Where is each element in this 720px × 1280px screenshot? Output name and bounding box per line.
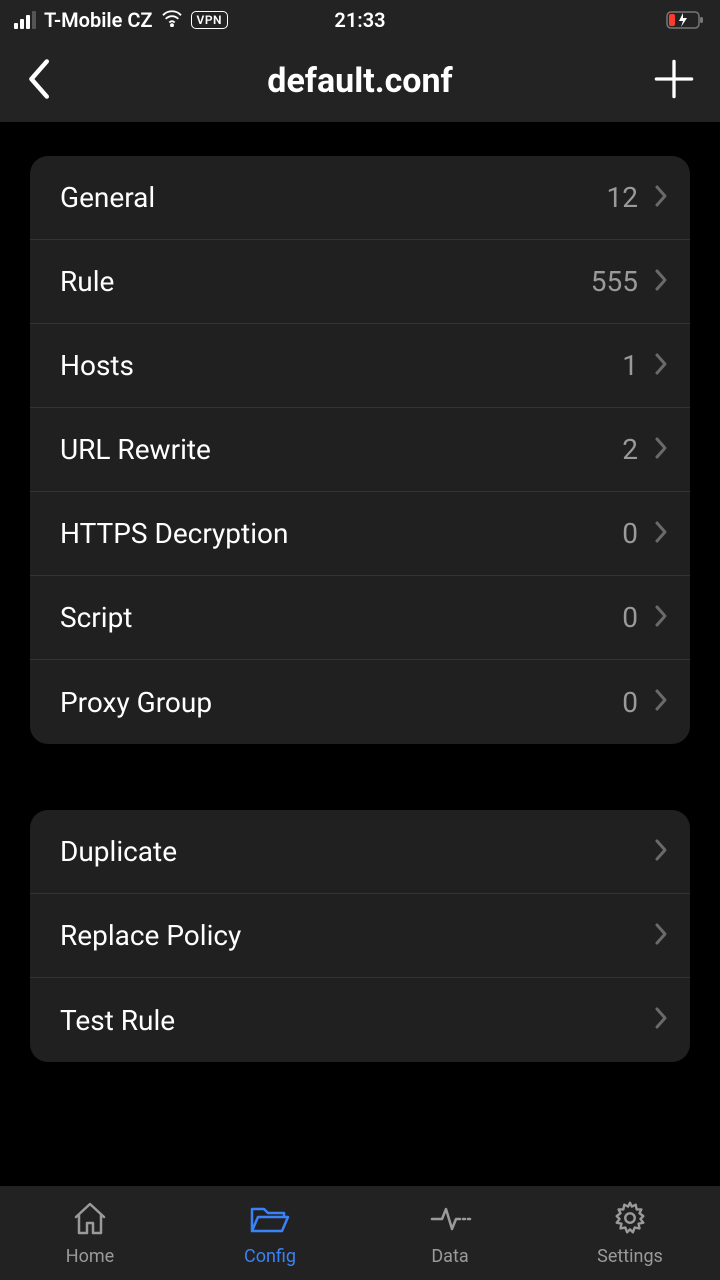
row-general[interactable]: General 12 (30, 156, 690, 240)
wifi-icon (161, 8, 183, 32)
row-value: 12 (607, 181, 638, 214)
row-value: 1 (622, 349, 638, 382)
row-label: General (60, 181, 155, 214)
carrier-label: T-Mobile CZ (44, 8, 153, 32)
row-label: Proxy Group (60, 686, 212, 719)
actions-section: Duplicate Replace Policy Test Rule (30, 810, 690, 1062)
chevron-right-icon (654, 922, 668, 950)
status-time: 21:33 (334, 8, 385, 32)
row-proxy-group[interactable]: Proxy Group 0 (30, 660, 690, 744)
row-hosts[interactable]: Hosts 1 (30, 324, 690, 408)
row-label: Duplicate (60, 835, 177, 868)
tabbar: Home Config Data Settings (0, 1186, 720, 1280)
chevron-right-icon (654, 838, 668, 866)
row-label: Script (60, 601, 132, 634)
chevron-right-icon (654, 352, 668, 380)
status-bar: T-Mobile CZ VPN 21:33 (0, 0, 720, 40)
tab-data[interactable]: Data (360, 1199, 540, 1267)
add-button[interactable] (652, 57, 696, 105)
row-value: 0 (622, 517, 638, 550)
row-replace-policy[interactable]: Replace Policy (30, 894, 690, 978)
nav-header: default.conf (0, 40, 720, 122)
content-area: General 12 Rule 555 Hosts 1 (0, 122, 720, 1062)
chevron-right-icon (654, 520, 668, 548)
tab-label: Config (244, 1246, 296, 1267)
status-left: T-Mobile CZ VPN (14, 8, 228, 32)
tab-label: Home (66, 1246, 114, 1267)
chevron-right-icon (654, 436, 668, 464)
row-value: 0 (622, 601, 638, 634)
row-url-rewrite[interactable]: URL Rewrite 2 (30, 408, 690, 492)
activity-icon (428, 1199, 472, 1242)
tab-label: Settings (597, 1246, 663, 1267)
vpn-badge: VPN (191, 11, 228, 29)
back-button[interactable] (24, 57, 52, 105)
row-test-rule[interactable]: Test Rule (30, 978, 690, 1062)
tab-settings[interactable]: Settings (540, 1199, 720, 1267)
row-duplicate[interactable]: Duplicate (30, 810, 690, 894)
row-value: 0 (622, 686, 638, 719)
chevron-right-icon (654, 184, 668, 212)
chevron-right-icon (654, 268, 668, 296)
gear-icon (610, 1199, 650, 1242)
config-section: General 12 Rule 555 Hosts 1 (30, 156, 690, 744)
page-title: default.conf (267, 61, 452, 101)
row-label: Rule (60, 265, 114, 298)
tab-config[interactable]: Config (180, 1199, 360, 1267)
chevron-right-icon (654, 1006, 668, 1034)
row-label: Replace Policy (60, 919, 241, 952)
home-icon (70, 1199, 110, 1242)
row-rule[interactable]: Rule 555 (30, 240, 690, 324)
tab-home[interactable]: Home (0, 1199, 180, 1267)
row-label: URL Rewrite (60, 433, 211, 466)
battery-icon (666, 10, 706, 30)
signal-icon (14, 11, 36, 29)
row-label: Test Rule (60, 1004, 175, 1037)
row-value: 2 (622, 433, 638, 466)
row-label: HTTPS Decryption (60, 517, 288, 550)
chevron-right-icon (654, 688, 668, 716)
tab-label: Data (431, 1246, 468, 1267)
row-label: Hosts (60, 349, 134, 382)
row-https-decryption[interactable]: HTTPS Decryption 0 (30, 492, 690, 576)
row-value: 555 (591, 265, 638, 298)
chevron-right-icon (654, 604, 668, 632)
folder-icon (248, 1199, 292, 1242)
row-script[interactable]: Script 0 (30, 576, 690, 660)
